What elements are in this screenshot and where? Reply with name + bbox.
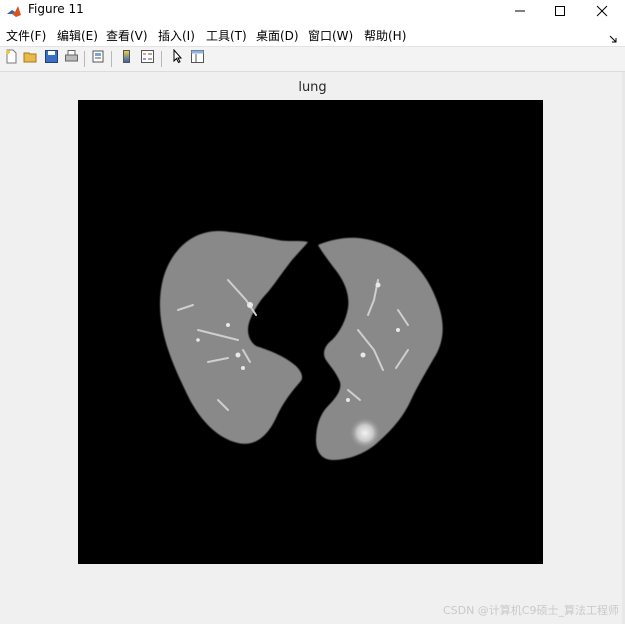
toolbar-separator <box>84 51 85 67</box>
close-icon <box>596 2 608 21</box>
dock-arrow-icon[interactable] <box>609 28 617 43</box>
menu-bar: 文件(F) 编辑(E) 查看(V) 插入(I) 工具(T) 桌面(D) 窗口(W… <box>0 22 625 47</box>
figure-toolbar <box>0 47 625 72</box>
toolbar-separator <box>161 51 162 67</box>
toolbar-separator <box>111 51 112 67</box>
menu-desktop[interactable]: 桌面(D) <box>256 27 299 44</box>
minimize-button[interactable] <box>500 0 540 22</box>
lung-image-axes[interactable] <box>78 100 543 564</box>
window-titlebar[interactable]: Figure 11 <box>0 0 625 22</box>
colorbar-icon <box>119 49 134 68</box>
open-file-button[interactable] <box>22 50 39 67</box>
open-file-icon <box>23 49 38 68</box>
maximize-button[interactable] <box>540 0 580 22</box>
print-icon <box>64 49 79 68</box>
plot-title: lung <box>298 80 327 95</box>
new-figure-icon <box>4 49 19 68</box>
minimize-icon <box>514 2 526 21</box>
save-icon <box>44 49 59 68</box>
edit-plot-arrow-icon <box>170 48 185 68</box>
menu-view[interactable]: 查看(V) <box>106 27 148 44</box>
property-inspector-icon <box>190 49 205 68</box>
menu-insert[interactable]: 插入(I) <box>158 27 195 44</box>
new-figure-button[interactable] <box>3 49 20 68</box>
menu-window[interactable]: 窗口(W) <box>308 27 353 44</box>
legend-icon <box>140 49 155 68</box>
property-inspector-button[interactable] <box>189 50 206 67</box>
maximize-icon <box>554 2 566 21</box>
menu-file[interactable]: 文件(F) <box>6 27 46 44</box>
close-button[interactable] <box>582 0 622 22</box>
window-title: Figure 11 <box>28 2 84 16</box>
lung-ct-image <box>78 100 543 564</box>
matlab-logo-icon <box>6 3 22 19</box>
print-preview-button[interactable] <box>90 50 107 67</box>
legend-button[interactable] <box>139 50 156 67</box>
save-button[interactable] <box>43 50 60 67</box>
print-button[interactable] <box>63 50 80 67</box>
menu-tools[interactable]: 工具(T) <box>206 27 247 44</box>
nodule-bright-spot <box>349 417 381 449</box>
colorbar-button[interactable] <box>118 50 135 67</box>
print-preview-icon <box>91 49 106 68</box>
watermark-text: CSDN @计算机C9硕士_算法工程师 <box>442 604 619 617</box>
menu-edit[interactable]: 编辑(E) <box>57 27 98 44</box>
menu-help[interactable]: 帮助(H) <box>364 27 406 44</box>
edit-plot-button[interactable] <box>169 48 186 68</box>
